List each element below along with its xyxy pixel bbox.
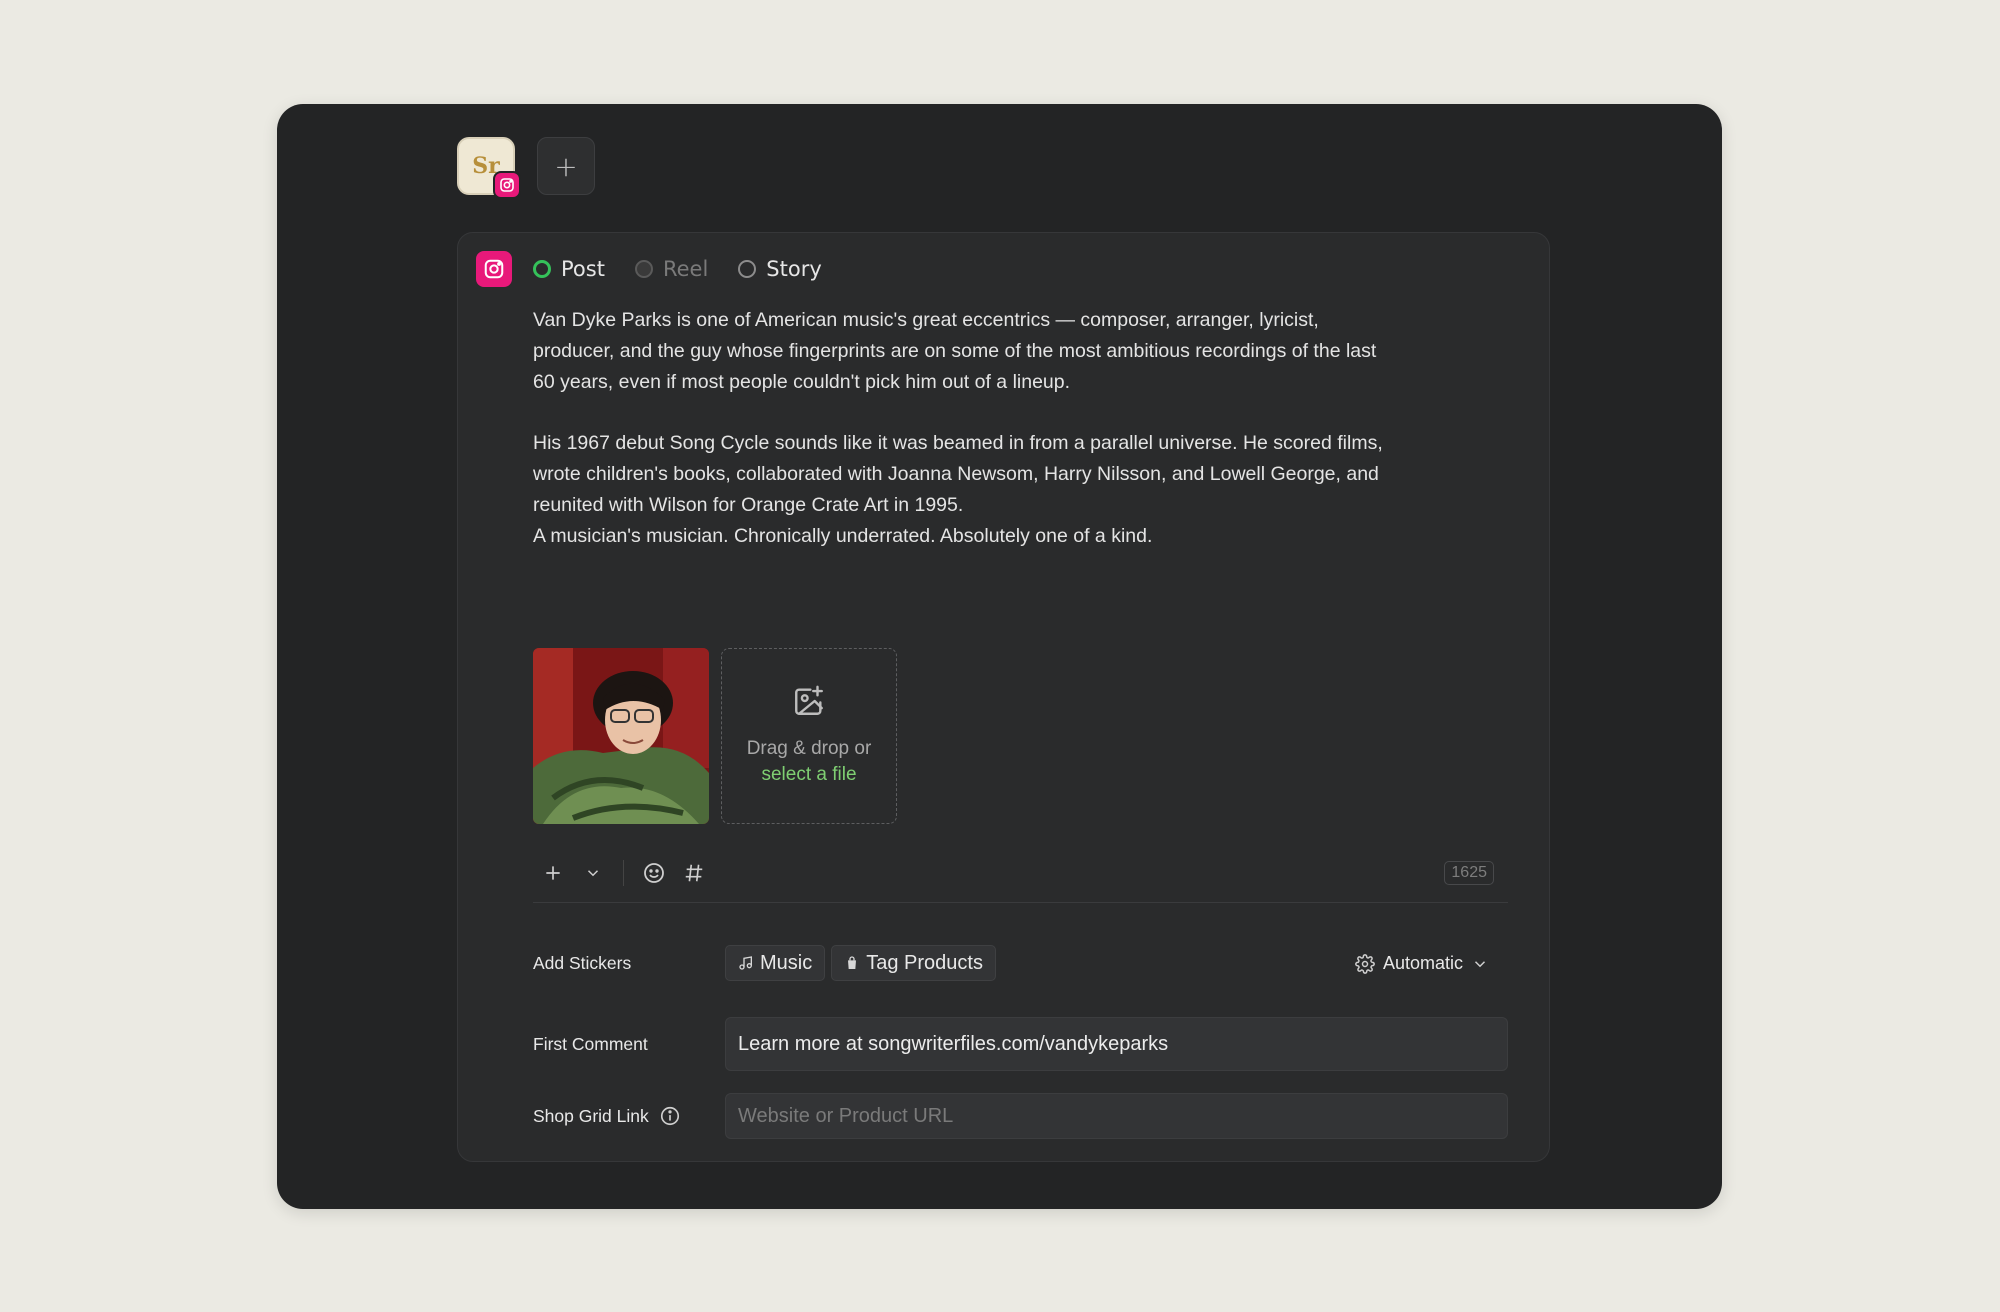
- first-comment-row: First Comment: [533, 1017, 1508, 1071]
- toolbar-divider: [623, 859, 624, 886]
- image-add-icon: [792, 684, 826, 726]
- post-type-reel[interactable]: Reel: [634, 257, 709, 281]
- add-button[interactable]: [533, 853, 573, 893]
- add-menu-dropdown[interactable]: [573, 853, 613, 893]
- media-area: Drag & drop or select a file: [533, 648, 897, 824]
- post-type-post[interactable]: Post: [533, 257, 605, 281]
- post-type-selector: Post Reel Story: [533, 257, 822, 281]
- dropzone-text: Drag & drop or: [746, 738, 872, 759]
- post-type-story[interactable]: Story: [738, 257, 822, 281]
- portrait-image: [533, 648, 709, 824]
- shop-grid-url-input[interactable]: [725, 1093, 1508, 1139]
- shop-grid-row: Shop Grid Link: [533, 1093, 1508, 1139]
- tag-products-label: Tag Products: [866, 951, 983, 974]
- music-sticker-button[interactable]: Music: [725, 945, 826, 981]
- post-type-label: Story: [766, 257, 822, 281]
- instagram-badge-icon: [493, 171, 521, 199]
- radio-story[interactable]: [738, 260, 757, 278]
- account-bar: Sr +: [457, 137, 595, 199]
- post-type-label: Post: [561, 257, 605, 281]
- character-count: 1625: [1444, 860, 1494, 885]
- composer-window: Sr + Post Reel Story Van Dyke Parks is o…: [277, 104, 1722, 1209]
- music-note-icon: [739, 956, 752, 970]
- account-avatar[interactable]: Sr: [457, 137, 521, 199]
- first-comment-label: First Comment: [533, 1033, 648, 1054]
- shop-grid-label-wrap: Shop Grid Link: [533, 1105, 725, 1127]
- select-file-link[interactable]: select a file: [761, 762, 856, 788]
- hashtag-button[interactable]: [674, 853, 714, 893]
- media-dropzone[interactable]: Drag & drop or select a file: [721, 648, 897, 824]
- media-thumbnail[interactable]: [533, 648, 709, 824]
- add-account-button[interactable]: +: [537, 137, 595, 195]
- caption-editor[interactable]: Van Dyke Parks is one of American music'…: [533, 305, 1518, 551]
- chevron-down-icon: [587, 869, 599, 876]
- plus-icon: [546, 865, 560, 880]
- editor-toolbar: 1625: [533, 843, 1508, 903]
- gear-icon: [1355, 953, 1375, 974]
- first-comment-input[interactable]: [725, 1017, 1508, 1071]
- music-label: Music: [760, 951, 813, 974]
- shop-grid-label: Shop Grid Link: [533, 1105, 649, 1126]
- radio-post[interactable]: [533, 260, 551, 278]
- info-icon[interactable]: [659, 1105, 681, 1127]
- tag-products-button[interactable]: Tag Products: [831, 945, 996, 981]
- sticker-mode-label: Automatic: [1382, 953, 1463, 973]
- post-editor-card: Post Reel Story Van Dyke Parks is one of…: [457, 232, 1550, 1162]
- add-stickers-label: Add Stickers: [533, 952, 632, 973]
- instagram-icon: [476, 251, 512, 287]
- sticker-mode-dropdown[interactable]: Automatic: [1355, 953, 1489, 974]
- radio-reel[interactable]: [634, 260, 653, 278]
- hashtag-icon: [685, 864, 703, 881]
- emoji-button[interactable]: [634, 853, 674, 893]
- stickers-row: Add Stickers Music Tag Products: [533, 945, 1002, 981]
- emoji-icon: [644, 862, 664, 883]
- shopping-bag-icon: [848, 956, 857, 969]
- chevron-down-icon: [1474, 960, 1486, 967]
- post-type-label: Reel: [662, 257, 709, 281]
